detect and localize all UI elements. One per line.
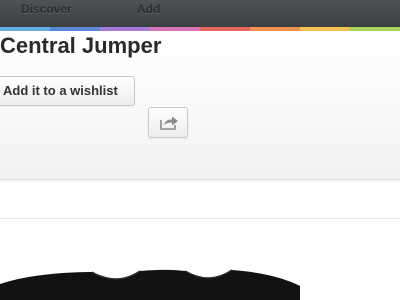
share-arrow-icon <box>160 116 178 130</box>
share-button[interactable] <box>148 107 188 138</box>
product-image <box>0 269 300 300</box>
page-title: Central Jumper <box>0 33 162 58</box>
nav-discover-link[interactable]: Discover <box>21 0 72 19</box>
add-to-wishlist-button[interactable]: Add it to a wishlist <box>0 76 135 106</box>
section-divider <box>0 218 400 219</box>
top-navigation-bar: Discover Add <box>0 0 400 27</box>
nav-add-link[interactable]: Add <box>137 0 160 19</box>
